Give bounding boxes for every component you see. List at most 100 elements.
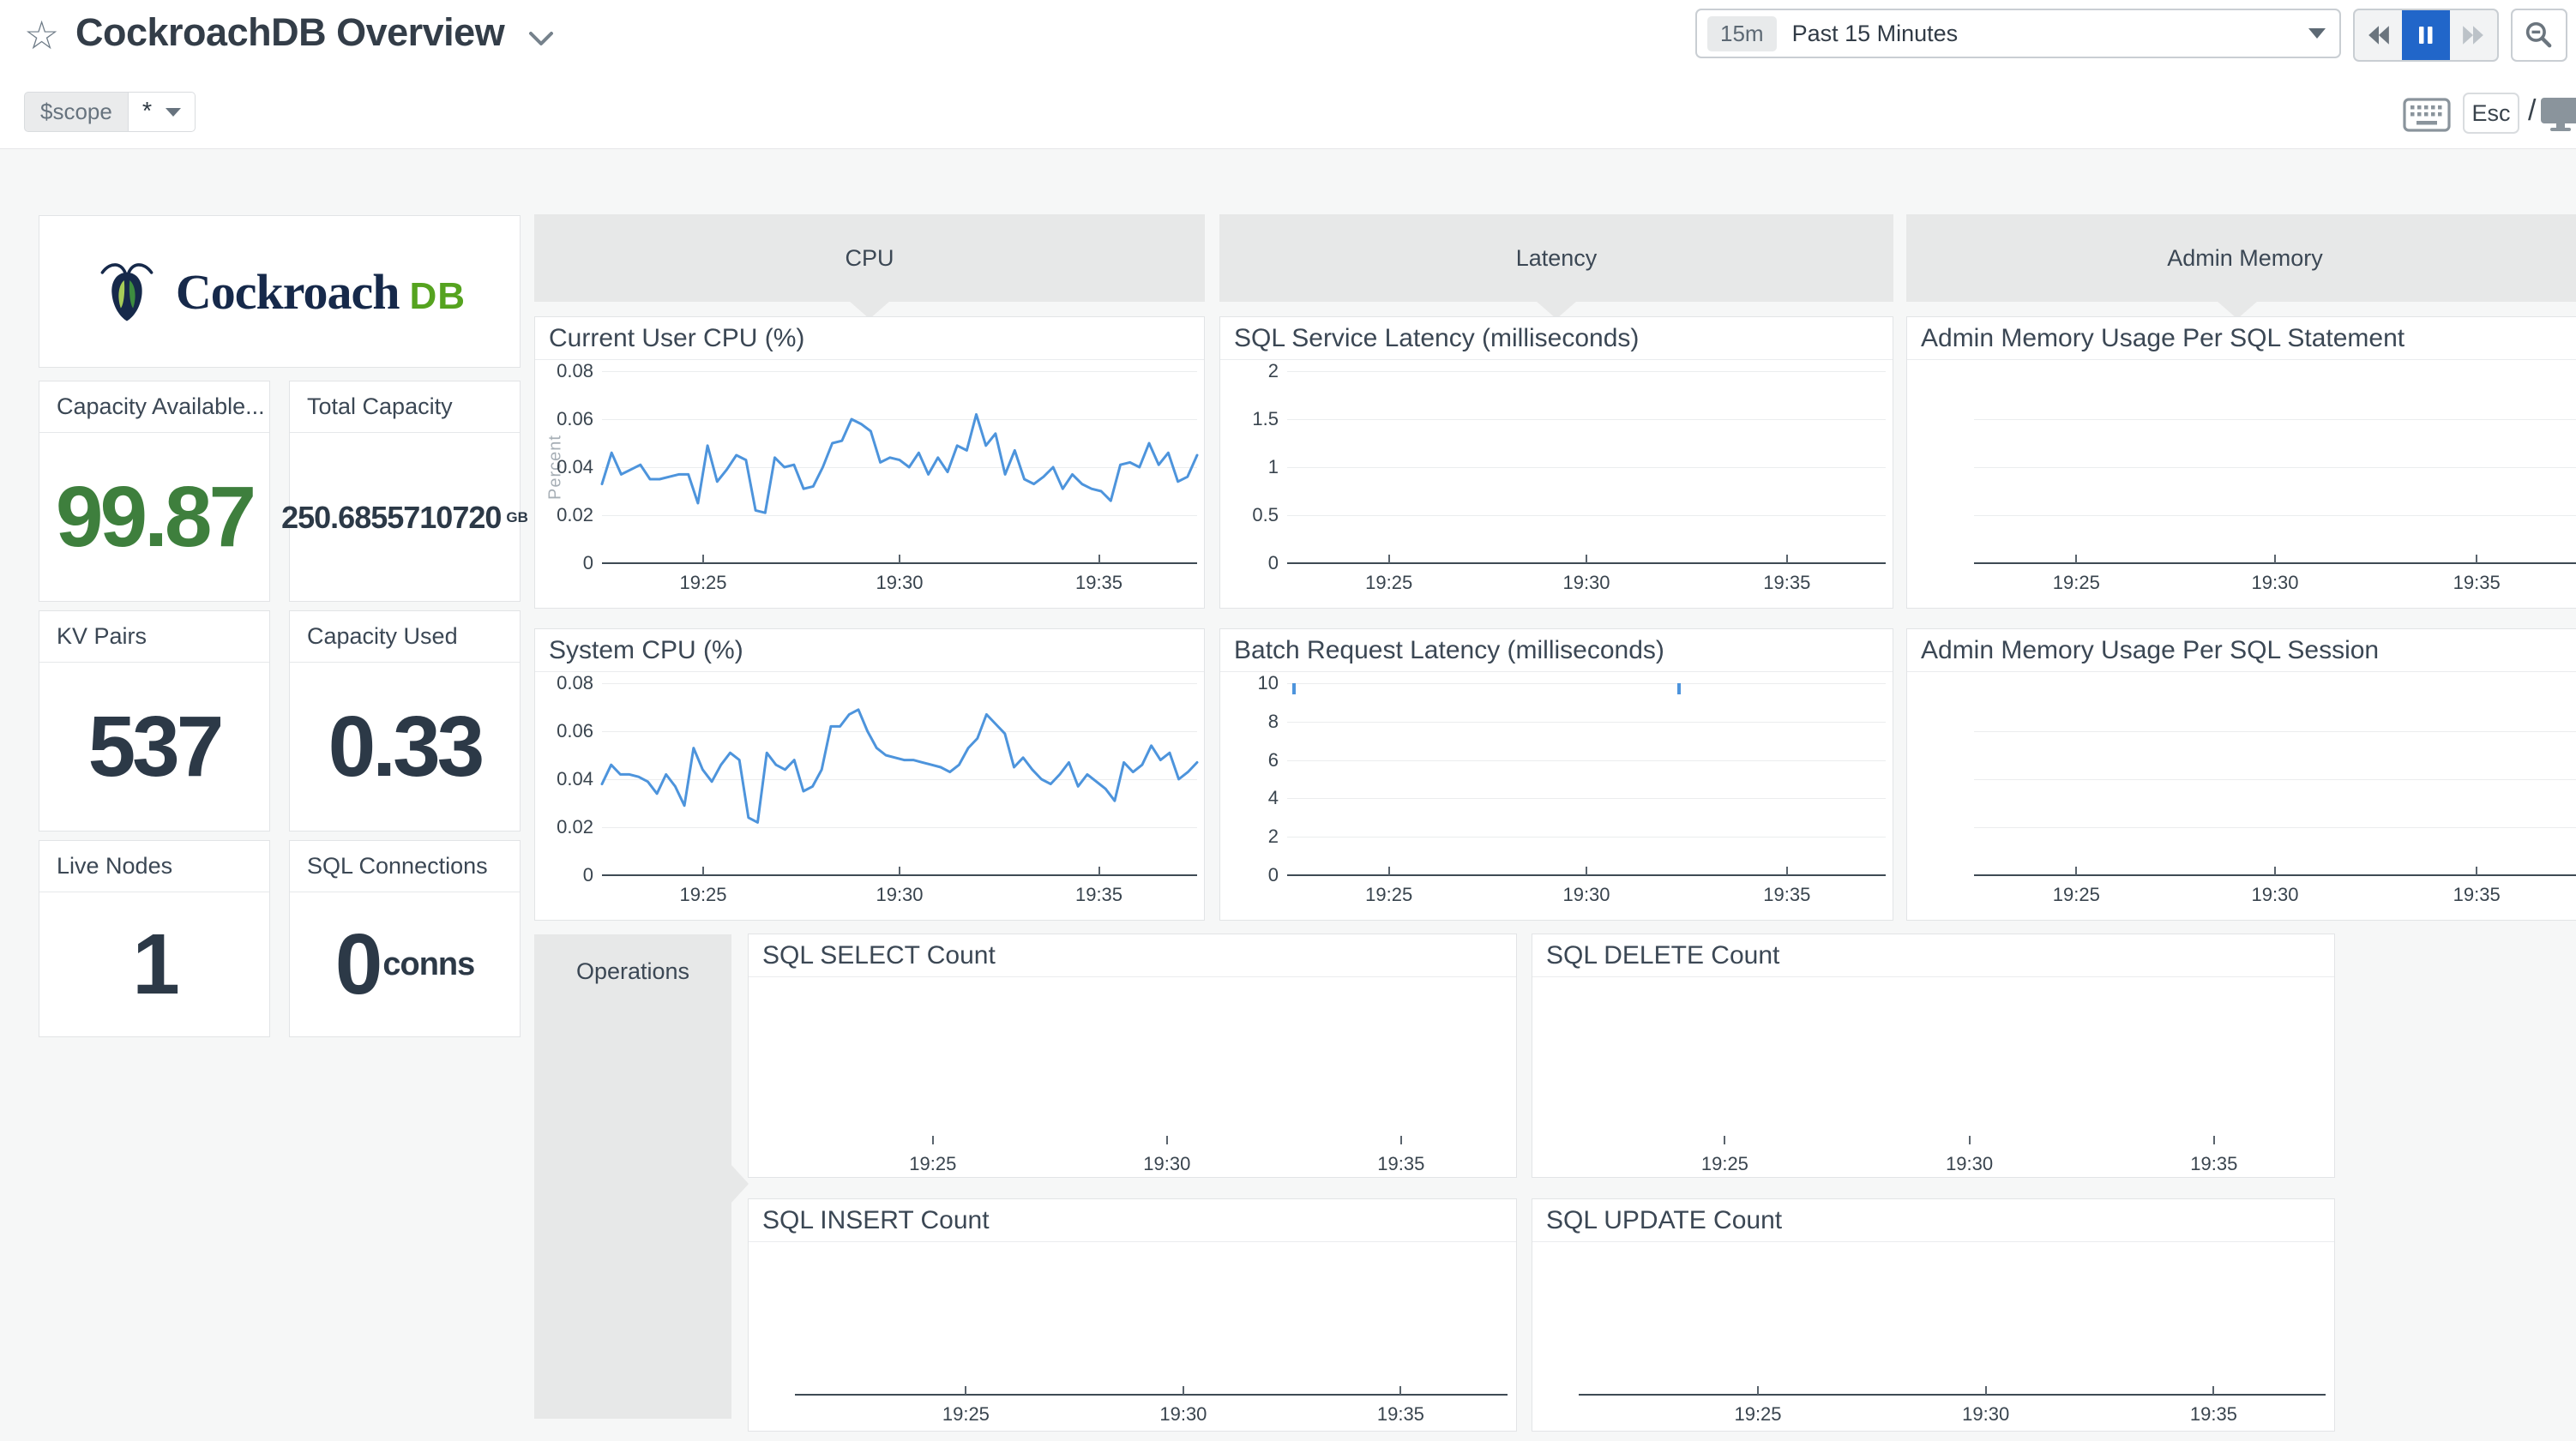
- spike: [1292, 683, 1296, 694]
- group-header-admin-memory[interactable]: Admin Memory: [1906, 214, 2576, 302]
- group-pointer: [731, 1164, 749, 1204]
- chart-panel-batch-request-latency[interactable]: Batch Request Latency (milliseconds) 108…: [1219, 628, 1893, 921]
- chart-panel-admin-memory-session[interactable]: Admin Memory Usage Per SQL Session 19:25…: [1906, 628, 2576, 921]
- ytick: 2: [1220, 361, 1279, 383]
- tile-sql-connections[interactable]: SQL Connections 0conns: [289, 840, 521, 1037]
- tickmark: [1786, 867, 1788, 875]
- grid: [1974, 779, 2576, 780]
- magnifier-minus-icon: [2525, 21, 2554, 50]
- ytick: 0.5: [1220, 503, 1279, 527]
- tile-value: 99.87: [56, 468, 253, 567]
- chart-plot-area: 21.510.5019:2519:3019:35: [1220, 361, 1893, 608]
- chart-title: SQL SELECT Count: [749, 934, 1516, 977]
- scope-variable-name: $scope: [24, 92, 129, 132]
- tile-capacity-used[interactable]: Capacity Used 0.33: [289, 610, 521, 832]
- xtick: 19:25: [2020, 572, 2132, 594]
- dashboard-canvas: Cockroach DB Capacity Available... 99.87…: [0, 148, 2576, 1441]
- grid: [1287, 371, 1886, 372]
- tickmark: [932, 1136, 934, 1144]
- grid: [1287, 798, 1886, 799]
- chart-panel-current-user-cpu[interactable]: Current User CPU (%) Percent0.080.060.04…: [534, 316, 1205, 609]
- chart-panel-sql-delete-count[interactable]: SQL DELETE Count 19:2519:3019:35: [1532, 934, 2335, 1178]
- chart-title: Batch Request Latency (milliseconds): [1220, 629, 1893, 672]
- chart-panel-admin-memory-statement[interactable]: Admin Memory Usage Per SQL Statement 19:…: [1906, 316, 2576, 609]
- favorite-star-icon[interactable]: ☆: [24, 12, 59, 58]
- esc-key-button[interactable]: Esc: [2463, 93, 2519, 134]
- ytick: 0.02: [535, 503, 593, 527]
- ytick: 0.08: [535, 673, 593, 695]
- group-header-cpu[interactable]: CPU: [534, 214, 1205, 302]
- tickmark: [1586, 867, 1587, 875]
- chart-plot-area: 19:2519:3019:35: [749, 978, 1516, 1177]
- ytick: 0: [1220, 551, 1279, 575]
- grid: [1287, 760, 1886, 761]
- time-stepper: [2353, 9, 2499, 62]
- tile-capacity-available[interactable]: Capacity Available... 99.87: [39, 381, 270, 602]
- tile-title: Capacity Available...: [39, 381, 269, 433]
- chart-title: System CPU (%): [535, 629, 1204, 672]
- tickmark: [2212, 1386, 2214, 1395]
- tile-title: SQL Connections: [290, 841, 520, 892]
- ytick: 8: [1220, 710, 1279, 734]
- timeseries-line: [602, 683, 1197, 875]
- ytick: 0.04: [535, 455, 593, 479]
- ytick: 0.06: [535, 719, 593, 743]
- tile-value: 537: [88, 698, 221, 796]
- logo-word: Cockroach: [176, 263, 400, 321]
- chart-title: SQL UPDATE Count: [1532, 1199, 2334, 1242]
- time-range-selector[interactable]: 15m Past 15 Minutes: [1695, 9, 2341, 58]
- chart-title: Admin Memory Usage Per SQL Statement: [1907, 317, 2576, 360]
- group-header-operations[interactable]: Operations: [534, 934, 731, 1419]
- page-title[interactable]: CockroachDB Overview: [75, 10, 504, 55]
- chart-panel-sql-select-count[interactable]: SQL SELECT Count 19:2519:3019:35: [748, 934, 1517, 1178]
- chart-panel-sql-update-count[interactable]: SQL UPDATE Count 19:2519:3019:35: [1532, 1198, 2335, 1432]
- pause-button[interactable]: [2402, 10, 2449, 60]
- timeseries-line: [602, 371, 1197, 563]
- grid: [1287, 722, 1886, 723]
- xtick: 19:25: [877, 1153, 989, 1175]
- grid: [1287, 467, 1886, 468]
- tickmark: [1400, 1136, 1402, 1144]
- tile-title: KV Pairs: [39, 611, 269, 663]
- scope-value-text: *: [142, 98, 152, 126]
- tickmark: [2274, 867, 2276, 875]
- cockroach-bug-icon: [93, 250, 160, 333]
- xtick: 19:35: [2421, 884, 2532, 906]
- tile-unit: conns: [382, 946, 474, 983]
- xtick: 19:25: [647, 884, 759, 906]
- tickmark: [1586, 555, 1587, 563]
- logo-wordmark: Cockroach DB: [176, 263, 466, 321]
- tickmark: [1969, 1136, 1971, 1144]
- template-variable-scope[interactable]: $scope *: [24, 92, 196, 132]
- zoom-out-button[interactable]: [2511, 9, 2567, 62]
- chart-title: SQL Service Latency (milliseconds): [1220, 317, 1893, 360]
- grid: [1287, 837, 1886, 838]
- tickmark: [2213, 1136, 2215, 1144]
- grid: [1287, 683, 1886, 684]
- chart-title: Current User CPU (%): [535, 317, 1204, 360]
- grid: [1287, 419, 1886, 420]
- keyboard-shortcuts-icon[interactable]: [2403, 98, 2451, 136]
- tv-mode-icon[interactable]: [2540, 96, 2576, 138]
- time-backward-button[interactable]: [2355, 10, 2402, 60]
- tile-total-capacity[interactable]: Total Capacity 250.6855710720GB: [289, 381, 521, 602]
- xtick: 19:25: [1333, 572, 1445, 594]
- group-label: CPU: [845, 245, 894, 272]
- xtick: 19:35: [2158, 1403, 2269, 1426]
- tile-kv-pairs[interactable]: KV Pairs 537: [39, 610, 270, 832]
- xtick: 19:30: [1930, 1403, 2042, 1426]
- xtick: 19:30: [1111, 1153, 1223, 1175]
- time-forward-button[interactable]: [2450, 10, 2497, 60]
- tickmark: [2476, 555, 2477, 563]
- ytick: 0.02: [535, 815, 593, 839]
- title-chevron-down-icon[interactable]: [528, 31, 554, 52]
- cockroachdb-logo-widget[interactable]: Cockroach DB: [39, 215, 521, 368]
- tile-unit: GB: [506, 509, 528, 526]
- group-header-latency[interactable]: Latency: [1219, 214, 1893, 302]
- chart-panel-system-cpu[interactable]: System CPU (%) 0.080.060.040.02019:2519:…: [534, 628, 1205, 921]
- chart-panel-sql-service-latency[interactable]: SQL Service Latency (milliseconds) 21.51…: [1219, 316, 1893, 609]
- ytick: 2: [1220, 825, 1279, 849]
- scope-variable-value[interactable]: *: [129, 92, 196, 132]
- chart-panel-sql-insert-count[interactable]: SQL INSERT Count 19:2519:3019:35: [748, 1198, 1517, 1432]
- tile-live-nodes[interactable]: Live Nodes 1: [39, 840, 270, 1037]
